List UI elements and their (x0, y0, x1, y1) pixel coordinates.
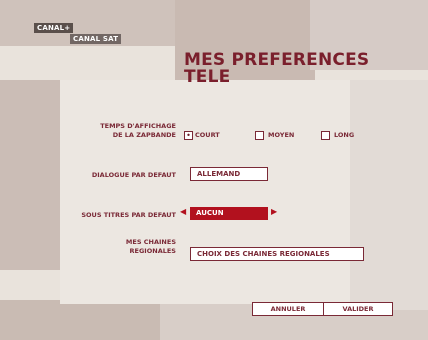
option-court-checkbox[interactable]: • (184, 131, 193, 140)
subtitles-next-arrow-icon[interactable]: ▶ (271, 206, 277, 218)
option-long-label: LONG (334, 131, 355, 139)
option-court-label: COURT (195, 131, 220, 139)
cancel-button[interactable]: ANNULER (252, 302, 324, 316)
option-long-checkbox[interactable] (321, 131, 330, 140)
regional-label: MES CHAINES REGIONALES (70, 238, 176, 255)
tv-preferences-screen: CANAL+ CANAL SAT MES PREFERENCES TELE TE… (0, 0, 428, 340)
check-mark-icon: • (186, 131, 191, 140)
dialogue-label: DIALOGUE PAR DEFAUT (91, 171, 176, 179)
confirm-button[interactable]: VALIDER (323, 302, 393, 316)
page-title: MES PREFERENCES TELE (184, 52, 369, 86)
subtitles-label: SOUS TITRES PAR DEFAUT (81, 211, 176, 219)
option-moyen-checkbox[interactable] (255, 131, 264, 140)
background-band (350, 80, 428, 310)
subtitles-selector[interactable]: AUCUN (190, 207, 268, 220)
subtitles-prev-arrow-icon[interactable]: ◀ (180, 206, 186, 218)
dialogue-language-field[interactable]: ALLEMAND (190, 167, 268, 181)
option-moyen-label: MOYEN (268, 131, 295, 139)
zapbande-label-line1: TEMPS D'AFFICHAGE (100, 122, 176, 130)
page-title-line2: TELE (184, 67, 231, 87)
regional-label-line2: REGIONALES (129, 246, 176, 255)
canalsat-logo: CANAL SAT (70, 34, 122, 44)
canal-plus-logo: CANAL+ (34, 23, 74, 33)
regional-channels-button[interactable]: CHOIX DES CHAINES REGIONALES (190, 247, 364, 261)
regional-label-line1: MES CHAINES (125, 238, 176, 246)
zapbande-label: TEMPS D'AFFICHAGE DE LA ZAPBANDE (70, 122, 176, 139)
zapbande-label-line2: DE LA ZAPBANDE (112, 130, 176, 139)
